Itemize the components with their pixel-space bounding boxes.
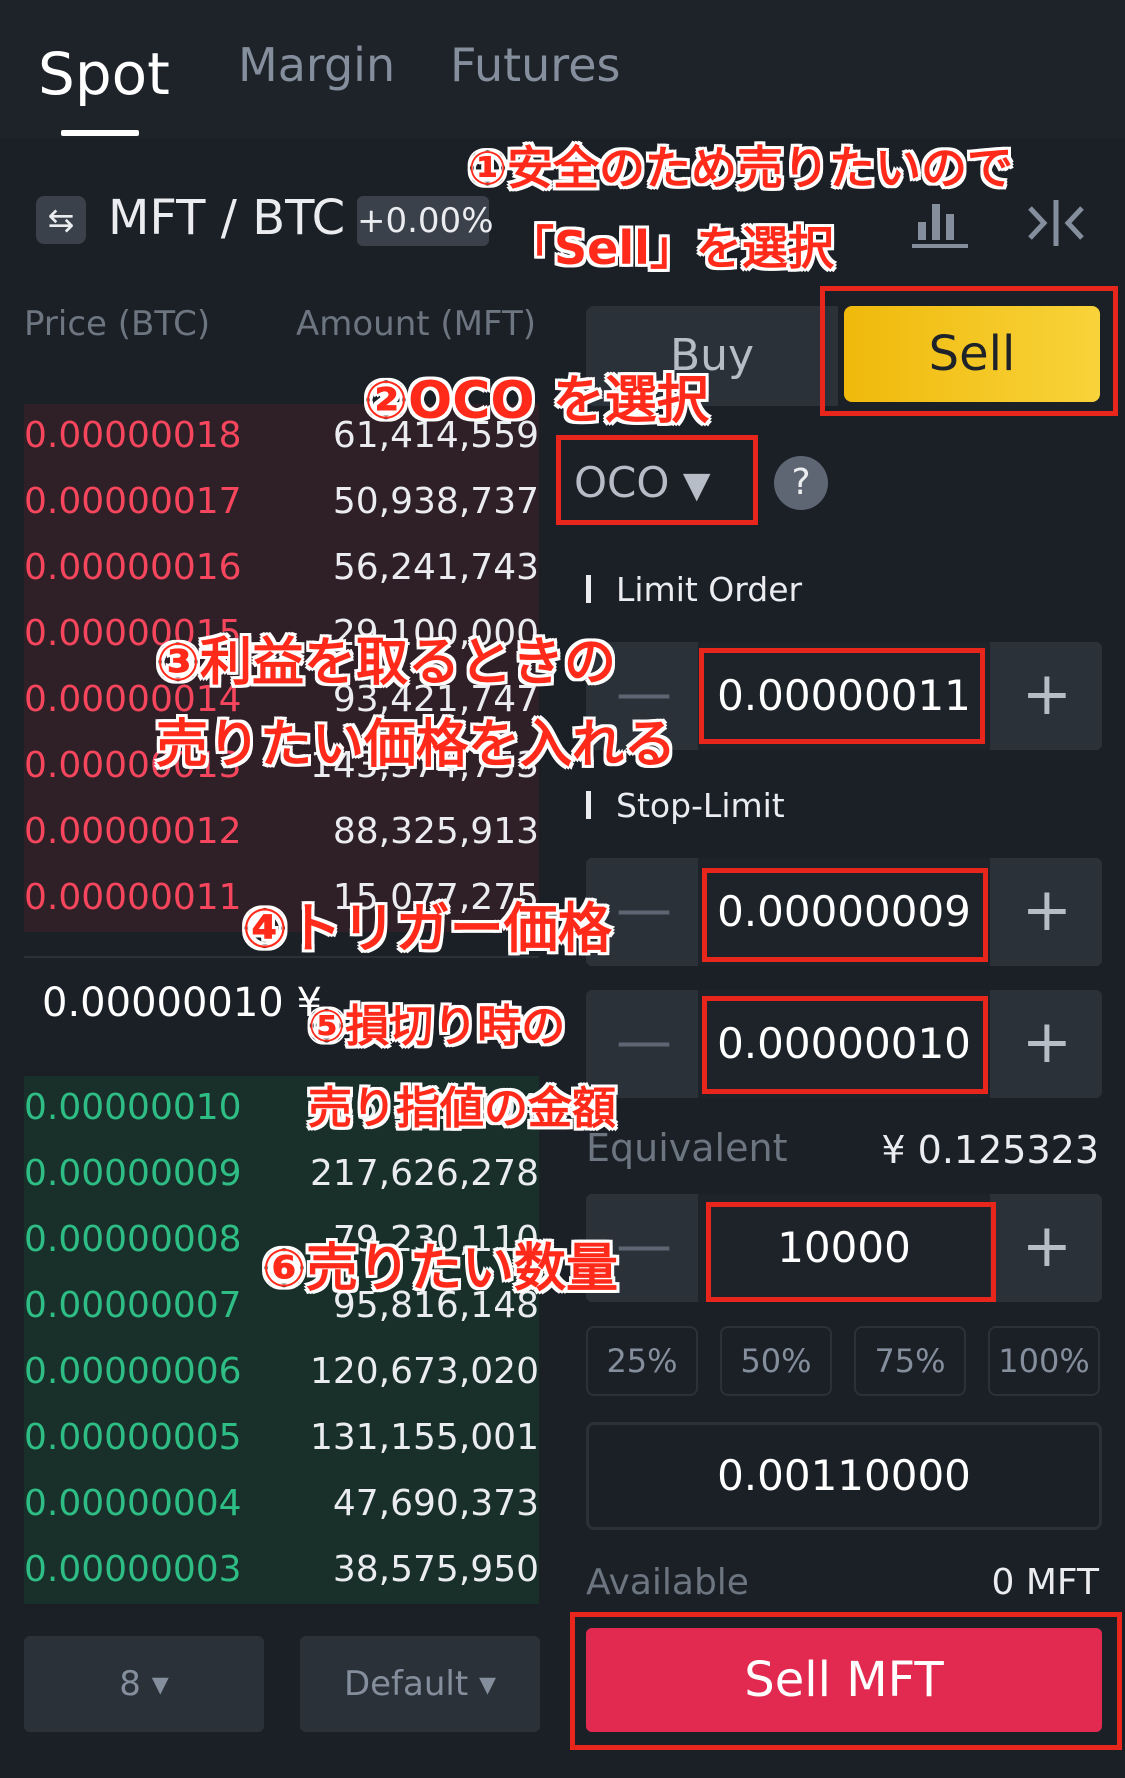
annotation-step-2: ②OCO を選択 <box>364 371 709 431</box>
annotation-step-6: ⑥売りたい数量 <box>262 1239 619 1299</box>
percent-50-button[interactable]: 50% <box>720 1326 832 1396</box>
total-field[interactable]: 0.00110000 <box>586 1422 1102 1530</box>
section-marker <box>586 575 591 603</box>
annotation-step-5a: ⑤損切り時の <box>308 1001 566 1052</box>
decimals-select[interactable]: 8 ▾ <box>24 1636 264 1732</box>
pair-name[interactable]: MFT / BTC <box>108 190 345 246</box>
annotation-box-sell <box>820 286 1118 416</box>
annotation-step-1b: 「Sell」を選択 <box>508 221 834 275</box>
available-value: 0 MFT <box>991 1562 1099 1603</box>
plus-icon[interactable]: + <box>1022 1216 1072 1276</box>
minus-icon[interactable]: — <box>616 1014 672 1070</box>
stop-limit-label: Stop-Limit <box>616 786 785 825</box>
annotation-box-sell-button <box>570 1612 1122 1750</box>
annotation-box-oco <box>556 435 758 525</box>
plus-icon[interactable]: + <box>1022 664 1072 724</box>
bid-row[interactable]: 0.00000003 38,575,950 <box>24 1539 539 1605</box>
annotation-step-3b: 売りたい価格を入れる <box>156 715 677 775</box>
tab-margin[interactable]: Margin <box>238 38 395 92</box>
ask-row[interactable]: 0.00000012 88,325,913 <box>24 801 539 867</box>
swap-icon[interactable]: ⇆ <box>36 196 86 244</box>
annotation-step-5b: 売り指値の金額 <box>308 1083 616 1134</box>
ask-row[interactable]: 0.00000017 50,938,737 <box>24 471 539 537</box>
bid-row[interactable]: 0.00000005 131,155,001 <box>24 1407 539 1473</box>
chart-icon[interactable] <box>912 196 968 248</box>
annotation-step-1a: ①安全のため売りたいので <box>468 141 1013 195</box>
plus-icon[interactable]: + <box>1022 1012 1072 1072</box>
price-header: Price (BTC) <box>24 304 211 344</box>
annotation-box-trigger <box>702 868 988 962</box>
annotation-box-limit <box>699 648 985 744</box>
help-icon[interactable]: ? <box>774 456 828 510</box>
bid-row[interactable]: 0.00000009 217,626,278 <box>24 1143 539 1209</box>
annotation-box-stop-limit <box>702 996 988 1094</box>
annotation-box-amount <box>706 1202 996 1302</box>
available-label: Available <box>586 1562 749 1603</box>
bid-row[interactable]: 0.00000004 47,690,373 <box>24 1473 539 1539</box>
collapse-icon[interactable] <box>1026 198 1086 248</box>
bid-row[interactable]: 0.00000006 120,673,020 <box>24 1341 539 1407</box>
annotation-step-4: ④トリガー価格 <box>242 897 612 960</box>
section-marker <box>586 791 591 819</box>
limit-order-label: Limit Order <box>616 570 803 609</box>
equivalent-label: Equivalent <box>586 1126 788 1170</box>
annotation-step-3a: ③利益を取るときの <box>156 633 617 693</box>
plus-icon[interactable]: + <box>1022 880 1072 940</box>
percent-100-button[interactable]: 100% <box>988 1326 1100 1396</box>
amount-header: Amount (MFT) <box>295 304 536 344</box>
ask-row[interactable]: 0.00000016 56,241,743 <box>24 537 539 603</box>
equivalent-value: ¥ 0.125323 <box>881 1128 1099 1172</box>
percent-75-button[interactable]: 75% <box>854 1326 966 1396</box>
minus-icon[interactable]: — <box>616 882 672 938</box>
chevron-down-icon: ▾ <box>151 1664 169 1704</box>
change-badge: +0.00% <box>357 196 494 246</box>
tab-active-underline <box>61 130 139 136</box>
chevron-down-icon: ▾ <box>478 1664 497 1704</box>
view-select[interactable]: Default ▾ <box>300 1636 540 1732</box>
tab-spot[interactable]: Spot <box>38 40 170 108</box>
percent-25-button[interactable]: 25% <box>586 1326 698 1396</box>
minus-icon[interactable]: — <box>616 1218 672 1274</box>
tab-futures[interactable]: Futures <box>450 38 620 92</box>
mid-price[interactable]: 0.00000010 ¥ <box>42 980 322 1026</box>
